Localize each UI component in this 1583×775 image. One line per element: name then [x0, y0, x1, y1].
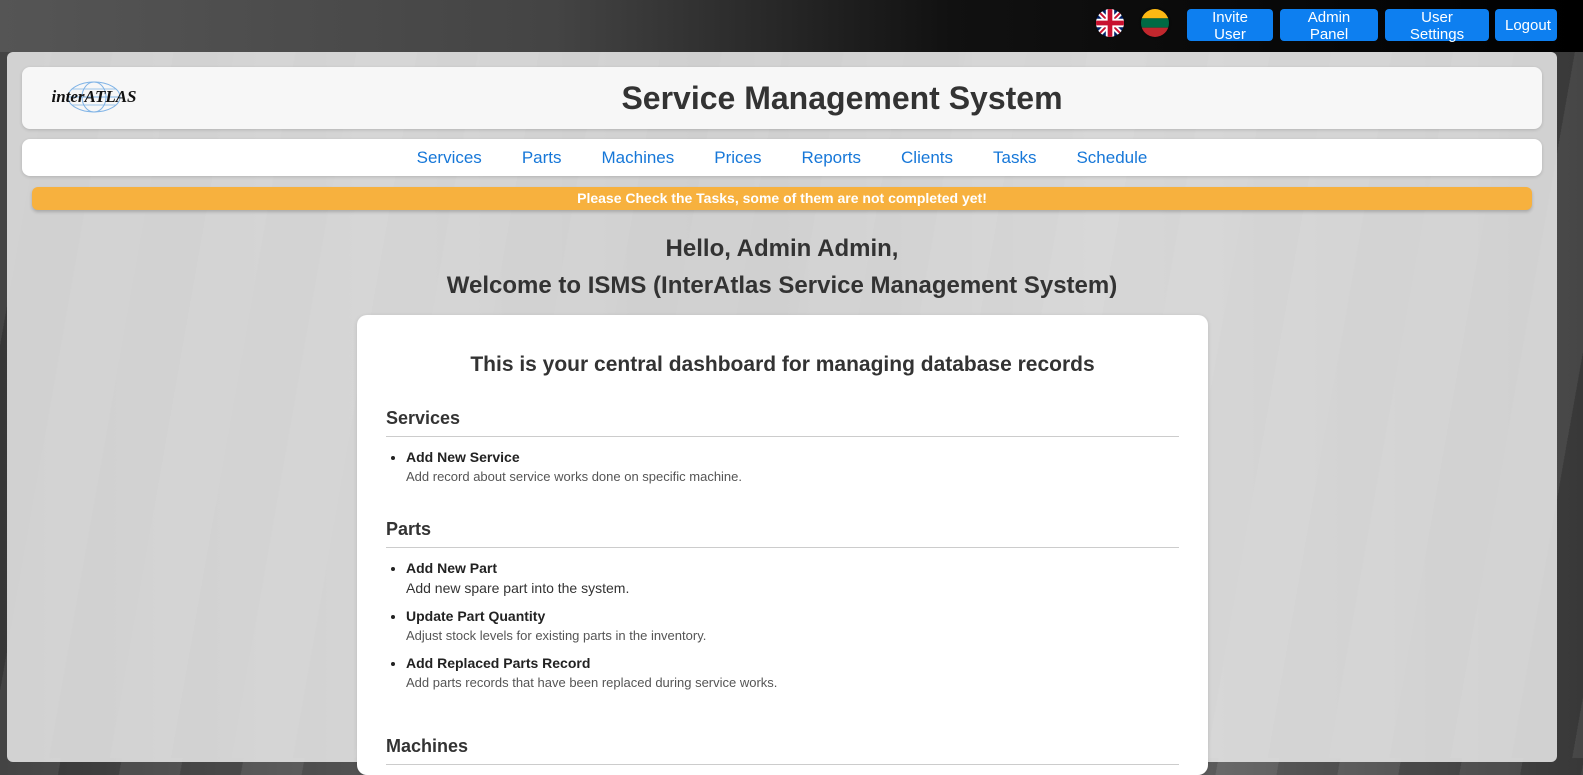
dashboard-card: This is your central dashboard for manag…: [357, 315, 1208, 775]
nav-machines[interactable]: Machines: [602, 148, 675, 168]
section-services: Services Add New Service Add record abou…: [386, 408, 1179, 496]
nav-reports[interactable]: Reports: [802, 148, 862, 168]
nav-services[interactable]: Services: [417, 148, 482, 168]
tasks-alert-banner: Please Check the Tasks, some of them are…: [32, 187, 1532, 210]
nav-prices[interactable]: Prices: [714, 148, 761, 168]
uk-flag-icon[interactable]: [1096, 9, 1124, 37]
page-title: Service Management System: [621, 80, 1063, 116]
greeting-line-1: Hello, Admin Admin,: [665, 235, 899, 262]
logout-button[interactable]: Logout: [1495, 9, 1557, 41]
greeting-line-2: Welcome to ISMS (InterAtlas Service Mana…: [446, 272, 1118, 299]
nav-parts[interactable]: Parts: [522, 148, 562, 168]
lt-flag-icon[interactable]: [1141, 9, 1169, 37]
item-title[interactable]: Update Part Quantity: [406, 608, 1179, 624]
section-heading: Services: [386, 408, 1179, 437]
item-title[interactable]: Add New Service: [406, 449, 1179, 465]
list-item[interactable]: Add Replaced Parts Record Add parts reco…: [406, 655, 1179, 690]
item-description: Add record about service works done on s…: [406, 469, 743, 484]
section-parts: Parts Add New Part Add new spare part in…: [386, 519, 1179, 702]
greeting: Hello, Admin Admin, Welcome to ISMS (Int…: [7, 230, 1557, 304]
list-item[interactable]: Add New Part Add new spare part into the…: [406, 560, 1179, 596]
item-description: Add new spare part into the system.: [406, 580, 630, 596]
item-title[interactable]: Add Replaced Parts Record: [406, 655, 1179, 671]
section-machines: Machines: [386, 736, 1179, 765]
top-bar: Invite User Admin Panel User Settings Lo…: [0, 0, 1583, 52]
item-title[interactable]: Add New Part: [406, 560, 1179, 576]
list-item[interactable]: Update Part Quantity Adjust stock levels…: [406, 608, 1179, 643]
item-description: Add parts records that have been replace…: [406, 675, 778, 690]
invite-user-button[interactable]: Invite User: [1187, 9, 1273, 43]
item-description: Adjust stock levels for existing parts i…: [406, 628, 707, 643]
main-nav: Services Parts Machines Prices Reports C…: [22, 139, 1542, 176]
main-panel: interATLAS Service Management System Ser…: [7, 52, 1557, 775]
user-settings-button[interactable]: User Settings: [1385, 9, 1489, 43]
header-card: interATLAS Service Management System: [22, 67, 1542, 129]
admin-panel-button[interactable]: Admin Panel: [1280, 9, 1378, 43]
nav-tasks[interactable]: Tasks: [993, 148, 1036, 168]
dashboard-title: This is your central dashboard for manag…: [470, 353, 1095, 376]
section-heading: Parts: [386, 519, 1179, 548]
nav-schedule[interactable]: Schedule: [1076, 148, 1147, 168]
nav-clients[interactable]: Clients: [901, 148, 953, 168]
section-heading: Machines: [386, 736, 1179, 765]
list-item[interactable]: Add New Service Add record about service…: [406, 449, 1179, 484]
